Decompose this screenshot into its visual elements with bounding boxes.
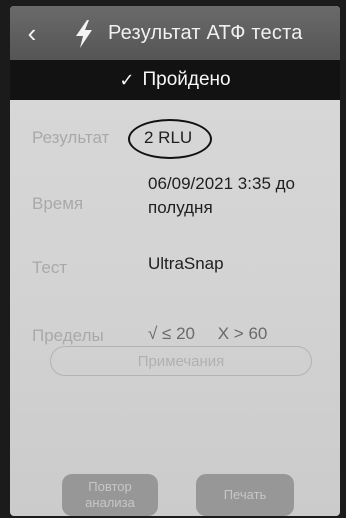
limits-label: Пределы bbox=[32, 326, 104, 345]
lightning-bolt-icon bbox=[76, 20, 92, 48]
result-label: Результат bbox=[32, 128, 110, 147]
time-label: Время bbox=[32, 194, 84, 213]
chevron-left-icon: ‹ bbox=[27, 18, 37, 48]
notes-button-label: Примечания bbox=[137, 352, 225, 370]
limits-values: √ ≤ 20 X > 60 bbox=[148, 324, 285, 344]
test-value: UltraSnap bbox=[148, 254, 224, 273]
limit-fail: X > 60 bbox=[217, 324, 268, 343]
app-header: ‹ Результат АТФ теста bbox=[10, 6, 340, 60]
time-value: 06/09/2021 3:35 до полудня bbox=[148, 174, 295, 217]
check-icon: ✓ bbox=[119, 69, 135, 90]
repeat-analysis-label: Повтор анализа bbox=[85, 479, 135, 510]
status-text: Пройдено bbox=[142, 69, 231, 90]
screen: ‹ Результат АТФ теста ✓ Пройдено Результ… bbox=[10, 6, 340, 516]
print-button-label: Печать bbox=[223, 487, 267, 502]
notes-button[interactable]: Примечания bbox=[50, 346, 312, 376]
limit-pass: √ ≤ 20 bbox=[148, 324, 196, 343]
device-frame: ‹ Результат АТФ теста ✓ Пройдено Результ… bbox=[0, 0, 346, 518]
repeat-analysis-button[interactable]: Повтор анализа bbox=[62, 474, 158, 516]
print-button[interactable]: Печать bbox=[196, 474, 294, 516]
result-value: 2 RLU bbox=[144, 128, 193, 147]
test-label: Тест bbox=[32, 258, 68, 277]
pass-banner: ✓ Пройдено bbox=[10, 60, 340, 100]
page-title: Результат АТФ теста bbox=[108, 22, 303, 44]
back-button[interactable]: ‹ bbox=[18, 18, 46, 48]
